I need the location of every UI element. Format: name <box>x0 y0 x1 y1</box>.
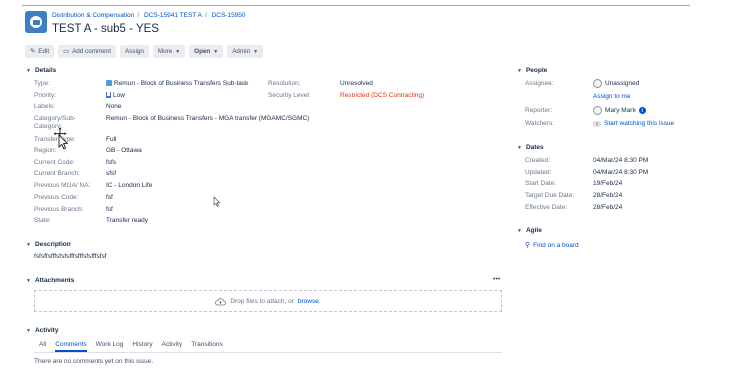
start-date-value[interactable]: 19/Feb/24 <box>593 180 622 187</box>
effective-date-value[interactable]: 28/Feb/24 <box>593 204 622 211</box>
current-code-value[interactable]: fsfs <box>106 159 116 166</box>
category-value[interactable]: Remun - Block of Business Transfers - MG… <box>106 115 309 122</box>
move-cursor-icon <box>52 126 69 150</box>
priority-low-icon <box>106 92 111 98</box>
issue-toolbar: ✎ Edit ▭ Add comment Assign More ▼ Open ▼ Ad… <box>25 45 264 58</box>
details-section-header[interactable]: ▼ Details <box>26 67 56 74</box>
dates-section-header[interactable]: ▼ Dates <box>517 144 544 151</box>
agile-section-header[interactable]: ▼ Agile <box>517 227 542 234</box>
cloud-upload-icon <box>215 297 227 305</box>
subtask-icon <box>106 80 112 86</box>
assign-to-me-link[interactable]: Assign to me <box>593 93 631 100</box>
description-section-header[interactable]: ▼ Description <box>26 241 71 248</box>
find-on-board-link[interactable]: ⚲ Find on a board <box>525 241 579 250</box>
target-due-date-label: Target Due Date: <box>525 192 575 199</box>
previous-mga-value[interactable]: IC - London Life <box>106 182 152 189</box>
edit-button[interactable]: ✎ Edit <box>25 45 55 58</box>
chevron-down-icon: ▼ <box>517 227 522 234</box>
current-branch-label: Current Branch: <box>34 170 80 177</box>
previous-code-value[interactable]: fsf <box>106 194 113 201</box>
tabs-divider <box>34 352 502 353</box>
breadcrumb: Distribution & Compensation / DCS-15941 T… <box>52 12 246 19</box>
security-label: Security Level: <box>268 92 311 99</box>
people-section-header[interactable]: ▼ People <box>517 67 547 74</box>
chevron-down-icon: ▼ <box>26 241 31 248</box>
reporter-value[interactable]: Mary Mark i <box>593 106 646 115</box>
start-date-label: Start Date: <box>525 180 557 187</box>
updated-value: 04/Mar/24 8:30 PM <box>593 169 649 176</box>
assign-button[interactable]: Assign <box>119 45 149 58</box>
watchers-label: Watchers: <box>525 120 555 127</box>
add-comment-button[interactable]: ▭ Add comment <box>58 45 116 58</box>
chevron-down-icon: ▼ <box>26 277 31 284</box>
info-icon[interactable]: i <box>638 107 646 114</box>
chevron-down-icon: ▼ <box>253 48 259 55</box>
chevron-down-icon: ▼ <box>26 327 31 334</box>
target-due-date-value[interactable]: 28/Feb/24 <box>593 192 622 199</box>
created-label: Created: <box>525 157 550 164</box>
effective-date-label: Effective Date: <box>525 204 568 211</box>
region-value[interactable]: GB - Ottawa <box>106 147 142 154</box>
watchers-value[interactable]: 1 Start watching this issue <box>593 120 674 127</box>
chevron-down-icon: ▼ <box>517 67 522 74</box>
chevron-down-icon: ▼ <box>26 67 31 74</box>
avatar <box>593 79 602 88</box>
chevron-down-icon: ▼ <box>517 144 522 151</box>
assignee-label: Assignee: <box>525 80 554 87</box>
current-branch-value[interactable]: sfsf <box>106 170 116 177</box>
activity-tabs: All Comments Work Log History Activity T… <box>39 341 223 352</box>
breadcrumb-parent-issue[interactable]: DCS-15941 TEST A <box>144 12 202 19</box>
created-value: 04/Mar/24 8:30 PM <box>593 157 649 164</box>
previous-branch-label: Previous Branch: <box>34 206 84 213</box>
search-icon: ⚲ <box>525 242 531 249</box>
breadcrumb-issue-key[interactable]: DCS-15950 <box>212 12 246 19</box>
pencil-icon: ✎ <box>30 48 36 55</box>
issue-title[interactable]: TEST A - sub5 - YES <box>52 23 159 35</box>
more-options-icon[interactable]: ••• <box>493 276 500 283</box>
previous-branch-value[interactable]: fsf <box>106 206 113 213</box>
tab-work-log[interactable]: Work Log <box>96 341 124 352</box>
reporter-label: Reporter: <box>525 107 553 114</box>
labels-label: Labels: <box>34 103 55 110</box>
tab-history[interactable]: History <box>132 341 152 352</box>
comment-icon: ▭ <box>63 48 70 55</box>
pointer-cursor-icon <box>213 196 221 207</box>
breadcrumb-project[interactable]: Distribution & Compensation <box>52 12 134 19</box>
resolution-label: Resolution: <box>268 80 301 87</box>
more-button[interactable]: More ▼ <box>152 45 186 58</box>
state-label: State: <box>34 217 51 224</box>
tab-comments[interactable]: Comments <box>55 341 87 352</box>
status-open-button[interactable]: Open ▼ <box>189 45 224 58</box>
activity-section-header[interactable]: ▼ Activity <box>26 327 58 334</box>
admin-button[interactable]: Admin ▼ <box>227 45 264 58</box>
chevron-down-icon: ▼ <box>213 48 219 55</box>
labels-value[interactable]: None <box>106 103 122 110</box>
watchers-count-badge: 1 <box>593 120 601 127</box>
state-value[interactable]: Transfer ready <box>106 217 148 224</box>
type-value: Remun - Block of Business Transfers Sub-… <box>106 80 248 87</box>
previous-mga-label: Previous MGA/ NA: <box>34 182 91 189</box>
project-avatar[interactable] <box>25 11 47 33</box>
no-comments-message: There are no comments yet on this issue. <box>34 358 154 365</box>
type-label: Type: <box>34 80 50 87</box>
current-code-label: Current Code: <box>34 159 75 166</box>
tab-all[interactable]: All <box>39 341 46 352</box>
top-accent-line <box>22 5 690 6</box>
tab-activity[interactable]: Activity <box>162 341 183 352</box>
tab-transitions[interactable]: Transitions <box>191 341 223 352</box>
avatar <box>593 106 602 115</box>
priority-label: Priority: <box>34 92 57 99</box>
transfer-type-value[interactable]: Full <box>106 136 116 143</box>
browse-link[interactable]: browse. <box>298 298 321 305</box>
attachments-section-header[interactable]: ▼ Attachments <box>26 277 74 284</box>
chevron-down-icon: ▼ <box>175 48 181 55</box>
attachment-dropzone[interactable]: Drop files to attach, or browse. <box>34 290 502 312</box>
description-body[interactable]: fsfsffsfffsfsfsfffsfffsfsfffsfsf <box>34 253 107 260</box>
assignee-value[interactable]: Unassigned <box>593 79 639 88</box>
updated-label: Updated: <box>525 169 552 176</box>
security-value[interactable]: Restricted (DCS Contracting) <box>340 92 424 99</box>
previous-code-label: Previous Code: <box>34 194 79 201</box>
priority-value[interactable]: Low <box>106 92 125 99</box>
resolution-value: Unresolved <box>340 80 373 87</box>
